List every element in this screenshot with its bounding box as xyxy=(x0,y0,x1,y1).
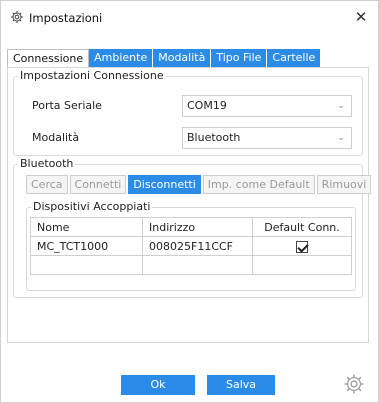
default-connection-checkbox[interactable] xyxy=(296,240,308,253)
tab-tipo-file[interactable]: Tipo File xyxy=(211,49,268,68)
column-header-address[interactable]: Indirizzo xyxy=(142,217,253,237)
table-header-row: Nome Indirizzo Default Conn. xyxy=(30,217,352,237)
empty-cell xyxy=(142,255,253,275)
table-row-empty[interactable] xyxy=(30,255,352,275)
empty-cell xyxy=(252,255,352,275)
remove-button[interactable]: Rimuovi xyxy=(316,175,372,194)
serial-port-label: Porta Seriale xyxy=(32,99,102,112)
tab-cartelle[interactable]: Cartelle xyxy=(267,49,322,68)
serial-port-value: COM19 xyxy=(187,99,227,112)
device-name: MC_TCT1000 xyxy=(30,236,143,256)
close-button[interactable]: ✕ xyxy=(350,6,372,28)
paired-devices-title: Dispositivi Accoppiati xyxy=(31,200,153,213)
column-header-default[interactable]: Default Conn. xyxy=(252,217,352,237)
close-icon: ✕ xyxy=(354,8,368,26)
table-row[interactable]: MC_TCT1000 008025F11CCF xyxy=(30,236,352,256)
mode-label: Modalità xyxy=(32,131,80,144)
connection-group-title: Impostazioni Connessione xyxy=(18,69,166,82)
device-address: 008025F11CCF xyxy=(142,236,253,256)
ok-button[interactable]: Ok xyxy=(121,375,195,395)
paired-devices-table: Nome Indirizzo Default Conn. MC_TCT1000 … xyxy=(30,217,352,275)
tab-bar: Connessione Ambiente Modalità Tipo File … xyxy=(7,49,322,68)
window-title: Impostazioni xyxy=(29,11,103,25)
bluetooth-group-title: Bluetooth xyxy=(18,157,76,170)
chevron-down-icon: ⌄ xyxy=(337,101,345,111)
default-cell xyxy=(252,236,352,256)
tab-modalita[interactable]: Modalità xyxy=(153,49,212,68)
tab-connessione[interactable]: Connessione xyxy=(7,49,90,68)
set-default-button[interactable]: Imp. come Default xyxy=(202,175,315,194)
chevron-down-icon: ⌄ xyxy=(337,133,345,143)
connection-settings-group: Impostazioni Connessione Porta Seriale C… xyxy=(13,69,363,156)
settings-window: Impostazioni ✕ Connessione Ambiente Moda… xyxy=(0,0,379,403)
bluetooth-toolbar: Cerca Connetti Disconnetti Imp. come Def… xyxy=(26,175,373,194)
tab-ambiente[interactable]: Ambiente xyxy=(89,49,154,68)
search-button[interactable]: Cerca xyxy=(26,175,68,194)
mode-select[interactable]: Bluetooth ⌄ xyxy=(182,127,352,149)
mode-value: Bluetooth xyxy=(187,131,241,144)
column-header-name[interactable]: Nome xyxy=(30,217,143,237)
tab-panel-connessione: Impostazioni Connessione Porta Seriale C… xyxy=(7,67,372,343)
gear-icon[interactable] xyxy=(343,373,365,395)
gear-icon xyxy=(10,10,24,24)
save-button[interactable]: Salva xyxy=(207,375,275,395)
bluetooth-group: Bluetooth Cerca Connetti Disconnetti Imp… xyxy=(13,157,372,298)
title-bar: Impostazioni ✕ xyxy=(1,1,378,35)
serial-port-select[interactable]: COM19 ⌄ xyxy=(182,95,352,117)
empty-cell xyxy=(30,255,143,275)
disconnect-button[interactable]: Disconnetti xyxy=(128,175,201,194)
connect-button[interactable]: Connetti xyxy=(69,175,127,194)
